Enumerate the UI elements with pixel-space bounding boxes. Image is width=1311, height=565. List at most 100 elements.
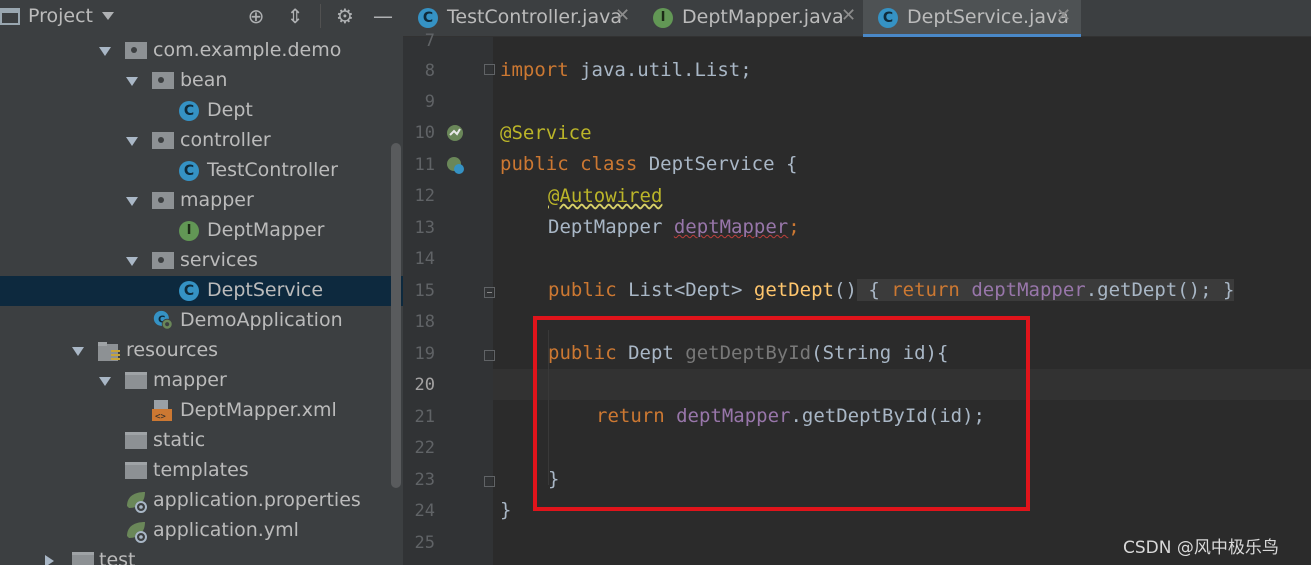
method-name: getDept bbox=[753, 279, 834, 301]
line-number: 12 bbox=[414, 186, 435, 206]
chevron-down-icon[interactable] bbox=[102, 12, 114, 20]
project-tree-scrollbar[interactable] bbox=[391, 143, 401, 488]
class-name: DeptService { bbox=[637, 153, 798, 175]
spring-bean-icon[interactable] bbox=[445, 123, 465, 143]
tree-item-application-properties[interactable]: application.properties bbox=[0, 486, 403, 516]
line-number: 7 bbox=[424, 31, 435, 51]
tree-item-label: services bbox=[180, 249, 258, 271]
annotation: @Service bbox=[500, 122, 592, 144]
line-number-current: 20 bbox=[414, 375, 435, 395]
fold-expand-icon[interactable] bbox=[484, 287, 495, 298]
line-number: 8 bbox=[424, 61, 435, 81]
locate-icon[interactable]: ⊕ bbox=[244, 4, 268, 28]
tree-item-com-example-demo[interactable]: com.example.demo bbox=[0, 36, 403, 66]
fold-marker-icon[interactable] bbox=[484, 64, 495, 75]
tree-item-label: resources bbox=[126, 339, 219, 361]
gear-icon[interactable]: ⚙ bbox=[333, 4, 357, 28]
tree-item-deptmapper-xml[interactable]: <> DeptMapper.xml bbox=[0, 396, 403, 426]
editor-tab-bar: C TestController.java ✕ I DeptMapper.jav… bbox=[403, 0, 1311, 37]
tree-item-label: static bbox=[153, 429, 206, 451]
line-number: 18 bbox=[414, 312, 435, 332]
tree-item-label: com.example.demo bbox=[153, 39, 342, 61]
tree-item-test[interactable]: test bbox=[0, 546, 403, 565]
close-icon[interactable]: ✕ bbox=[1056, 5, 1071, 26]
package-icon bbox=[152, 252, 174, 269]
line-number: 9 bbox=[424, 92, 435, 112]
package-icon bbox=[152, 132, 174, 149]
interface-icon: I bbox=[179, 221, 199, 241]
line-number: 11 bbox=[414, 155, 435, 175]
tab-label: TestController.java bbox=[447, 6, 622, 28]
close-icon[interactable]: ✕ bbox=[841, 5, 856, 26]
tree-item-label: application.yml bbox=[153, 519, 299, 541]
tree-item-static[interactable]: static bbox=[0, 426, 403, 456]
line-number: 10 bbox=[414, 123, 435, 143]
tree-item-controller[interactable]: controller bbox=[0, 126, 403, 156]
tree-item-services[interactable]: services bbox=[0, 246, 403, 276]
tree-item-resources[interactable]: resources bbox=[0, 336, 403, 366]
tree-item-deptservice[interactable]: C DeptService bbox=[0, 276, 403, 306]
tree-item-demoapplication[interactable]: C DemoApplication bbox=[0, 306, 403, 336]
project-panel-header: Project ⊕ ⇕ ⚙ — bbox=[0, 0, 403, 34]
line-number-gutter: 7 8 9 10 11 12 13 14 15 18 19 20 21 22 2… bbox=[403, 31, 495, 565]
tree-item-mapper-package[interactable]: mapper bbox=[0, 186, 403, 216]
tree-item-dept[interactable]: C Dept bbox=[0, 96, 403, 126]
expanded-arrow-icon[interactable] bbox=[99, 47, 111, 56]
red-highlight-box bbox=[533, 316, 1030, 511]
tree-item-label: TestController bbox=[207, 159, 338, 181]
project-panel: Project ⊕ ⇕ ⚙ — com.example.demo bean C … bbox=[0, 0, 403, 565]
annotation: @Autowired bbox=[548, 185, 663, 207]
expanded-arrow-icon[interactable] bbox=[126, 137, 138, 146]
folder-icon bbox=[125, 462, 147, 479]
keyword: public bbox=[500, 153, 569, 175]
tab-deptmapper[interactable]: I DeptMapper.java ✕ bbox=[638, 0, 863, 37]
collapsed-arrow-icon[interactable] bbox=[45, 555, 54, 565]
tree-item-templates[interactable]: templates bbox=[0, 456, 403, 486]
line-number: 21 bbox=[414, 407, 435, 427]
close-icon[interactable]: ✕ bbox=[615, 5, 630, 26]
line-number: 22 bbox=[414, 438, 435, 458]
folder-icon bbox=[125, 372, 147, 389]
tree-item-label: DeptMapper.xml bbox=[180, 399, 337, 421]
tab-label: DeptService.java bbox=[907, 6, 1069, 28]
package-icon bbox=[152, 72, 174, 89]
tab-testcontroller[interactable]: C TestController.java ✕ bbox=[403, 0, 635, 37]
keyword: return bbox=[891, 279, 960, 301]
watermark: CSDN @风中极乐鸟 bbox=[1123, 538, 1279, 558]
tree-item-testcontroller[interactable]: C TestController bbox=[0, 156, 403, 186]
expanded-arrow-icon[interactable] bbox=[72, 347, 84, 356]
expanded-arrow-icon[interactable] bbox=[126, 257, 138, 266]
line-number: 23 bbox=[414, 470, 435, 490]
tree-item-label: mapper bbox=[153, 369, 227, 391]
minimize-icon[interactable]: — bbox=[371, 4, 395, 28]
expanded-arrow-icon[interactable] bbox=[126, 77, 138, 86]
tree-item-application-yml[interactable]: application.yml bbox=[0, 516, 403, 546]
spring-bean-icon[interactable] bbox=[445, 155, 465, 175]
fold-marker-icon[interactable] bbox=[484, 476, 495, 487]
code-line-12: @Autowired bbox=[548, 181, 662, 212]
tree-item-label: bean bbox=[180, 69, 228, 91]
line-number: 15 bbox=[414, 281, 435, 301]
tree-item-bean[interactable]: bean bbox=[0, 66, 403, 96]
project-panel-title[interactable]: Project bbox=[28, 5, 93, 27]
expanded-arrow-icon[interactable] bbox=[126, 197, 138, 206]
expanded-arrow-icon[interactable] bbox=[99, 377, 111, 386]
tree-item-deptmapper[interactable]: I DeptMapper bbox=[0, 216, 403, 246]
tree-item-label: controller bbox=[180, 129, 271, 151]
project-icon bbox=[0, 8, 20, 25]
svg-text:<>: <> bbox=[155, 412, 166, 422]
tree-item-mapper-folder[interactable]: mapper bbox=[0, 366, 403, 396]
spring-boot-class-icon: C bbox=[153, 310, 173, 330]
type-name: DeptMapper bbox=[548, 216, 674, 238]
package-icon bbox=[152, 192, 174, 209]
tab-deptservice[interactable]: C DeptService.java ✕ bbox=[863, 0, 1081, 37]
class-icon: C bbox=[179, 281, 199, 301]
field-name: deptMapper bbox=[673, 216, 789, 238]
fold-marker-icon[interactable] bbox=[484, 350, 495, 361]
code-line-10: @Service bbox=[500, 118, 592, 149]
tree-item-label: DeptMapper bbox=[207, 219, 325, 241]
collapse-all-icon[interactable]: ⇕ bbox=[283, 4, 307, 28]
line-number: 25 bbox=[414, 533, 435, 553]
code-line-13: DeptMapper deptMapper; bbox=[548, 212, 800, 243]
keyword: import bbox=[500, 59, 569, 81]
